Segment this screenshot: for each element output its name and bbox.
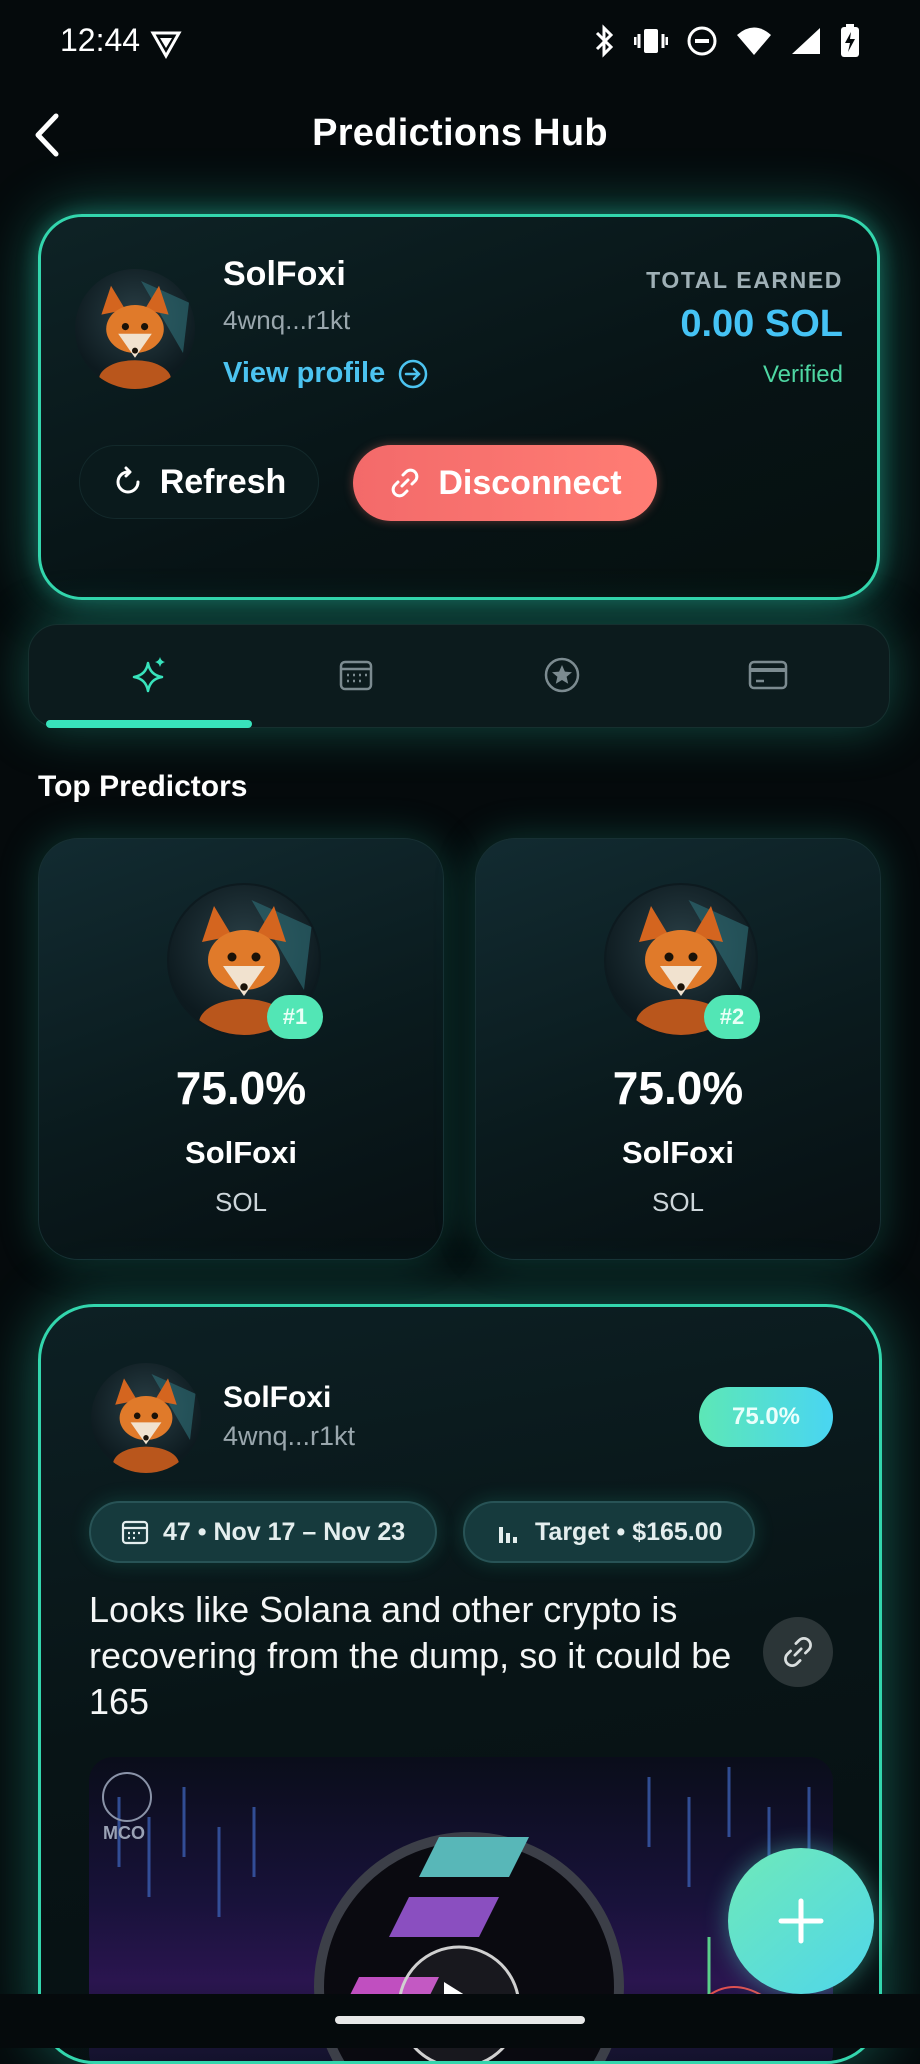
view-profile-label: View profile <box>223 357 386 389</box>
predictor-asset: SOL <box>651 1187 705 1217</box>
profile-card: SolFoxi 4wnq...r1kt View profile TOTAL E… <box>38 214 880 600</box>
avatar[interactable] <box>75 269 195 389</box>
link-icon <box>392 468 419 498</box>
calendar-icon <box>121 1520 149 1545</box>
post-author-address: 4wnq...r1kt <box>223 1421 356 1451</box>
total-earned-label: TOTAL EARNED <box>646 267 843 293</box>
fox-avatar-icon <box>113 1374 196 1473</box>
tab-sparkles[interactable] <box>47 625 253 725</box>
refresh-button[interactable]: Refresh <box>79 445 319 519</box>
predictor-card[interactable]: #1 75.0% SolFoxi SOL <box>38 838 444 1260</box>
fox-avatar-icon <box>99 281 189 389</box>
refresh-icon <box>116 466 140 494</box>
target-chip: Target • $165.00 <box>463 1501 755 1563</box>
battery-charging-icon <box>840 24 860 63</box>
tab-bar <box>28 624 890 728</box>
wifi-icon <box>736 26 772 61</box>
arrow-circle-right-icon <box>398 359 428 388</box>
create-prediction-button[interactable] <box>728 1848 874 1994</box>
predictor-name: SolFoxi <box>622 1135 734 1170</box>
predictor-name: SolFoxi <box>185 1135 297 1170</box>
star-circle-icon <box>544 657 580 693</box>
calendar-icon <box>339 660 373 691</box>
active-tab-indicator <box>46 720 252 728</box>
avatar[interactable] <box>91 1363 201 1473</box>
copy-link-button[interactable] <box>763 1617 833 1687</box>
status-icons <box>594 24 860 63</box>
view-profile-link[interactable]: View profile <box>223 357 429 390</box>
predictor-asset: SOL <box>214 1187 268 1217</box>
bluetooth-icon <box>594 24 616 63</box>
vibrate-icon <box>633 26 669 61</box>
verified-status: Verified <box>762 361 843 388</box>
signal-icon <box>790 26 822 61</box>
week-chip: 47 • Nov 17 – Nov 23 <box>89 1501 438 1563</box>
do-not-disturb-icon <box>686 25 718 62</box>
rank-badge: #2 <box>704 995 760 1039</box>
week-chip-label: 47 • Nov 17 – Nov 23 <box>163 1517 406 1546</box>
post-text: Looks like Solana and other crypto is re… <box>89 1589 732 1722</box>
predictor-accuracy: 75.0% <box>175 1062 307 1114</box>
bar-chart-icon <box>499 1527 517 1543</box>
total-earned-value: 0.00 SOL <box>680 303 843 345</box>
sparkles-icon <box>132 657 165 693</box>
plus-icon <box>778 1898 824 1944</box>
target-chip-label: Target • $165.00 <box>535 1517 723 1546</box>
page-title: Predictions Hub <box>312 112 608 154</box>
status-time: 12:44 <box>60 22 141 58</box>
profile-name: SolFoxi <box>223 255 346 293</box>
vpn-shield-icon <box>150 28 182 60</box>
tab-favorites[interactable] <box>459 625 665 725</box>
rank-badge: #1 <box>267 995 323 1039</box>
predictor-accuracy: 75.0% <box>612 1062 744 1114</box>
predictor-card[interactable]: #2 75.0% SolFoxi SOL <box>475 838 881 1260</box>
home-indicator[interactable] <box>335 2016 585 2024</box>
wallet-address: 4wnq...r1kt <box>223 305 351 335</box>
watermark-text: MCO <box>103 1823 145 1843</box>
accuracy-badge: 75.0% <box>699 1387 833 1447</box>
tab-wallet[interactable] <box>665 625 871 725</box>
tab-calendar[interactable] <box>253 625 459 725</box>
refresh-label: Refresh <box>159 462 287 501</box>
post-author-name: SolFoxi <box>223 1381 332 1414</box>
disconnect-label: Disconnect <box>438 463 622 502</box>
disconnect-button[interactable]: Disconnect <box>353 445 657 521</box>
link-icon <box>784 1637 812 1667</box>
section-title: Top Predictors <box>38 770 248 803</box>
card-icon <box>748 660 788 690</box>
